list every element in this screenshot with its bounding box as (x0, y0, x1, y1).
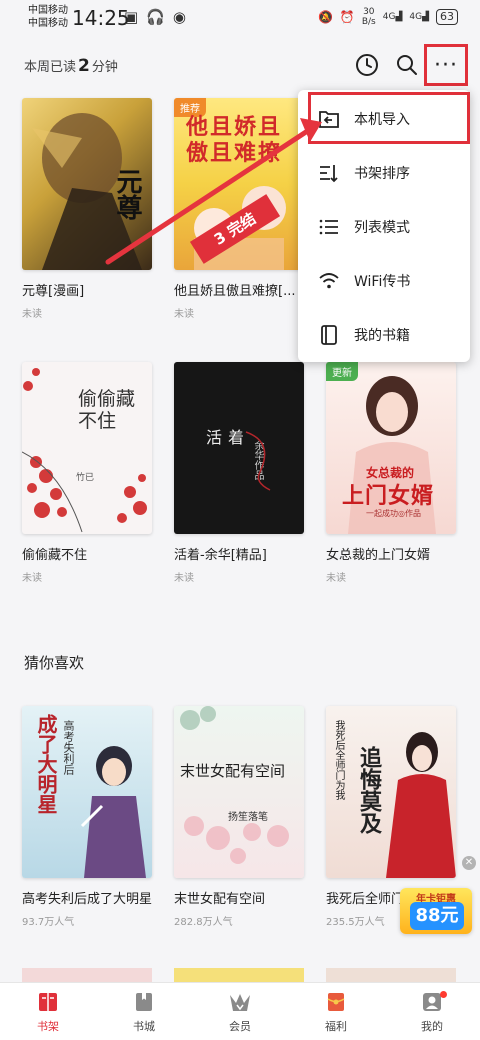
vip-crown-icon (228, 990, 252, 1014)
nav-bookshelf[interactable]: 书架 (0, 983, 96, 1040)
nav-label: 书架 (37, 1019, 59, 1033)
bookstore-icon (132, 990, 156, 1014)
notification-dot (440, 991, 447, 998)
nav-label: 我的 (421, 1019, 443, 1033)
nav-vip[interactable]: 会员 (192, 983, 288, 1040)
nav-label: 会员 (229, 1019, 251, 1033)
nav-label: 福利 (325, 1019, 347, 1033)
nav-bookstore[interactable]: 书城 (96, 983, 192, 1040)
annotation-arrow (105, 118, 322, 265)
bottom-navigation: 书架 书城 会员 福利 我的 (0, 982, 480, 1040)
nav-welfare[interactable]: 福利 (288, 983, 384, 1040)
nav-profile[interactable]: 我的 (384, 983, 480, 1040)
bookshelf-icon (36, 990, 60, 1014)
gift-envelope-icon (324, 990, 348, 1014)
nav-label: 书城 (133, 1019, 155, 1033)
